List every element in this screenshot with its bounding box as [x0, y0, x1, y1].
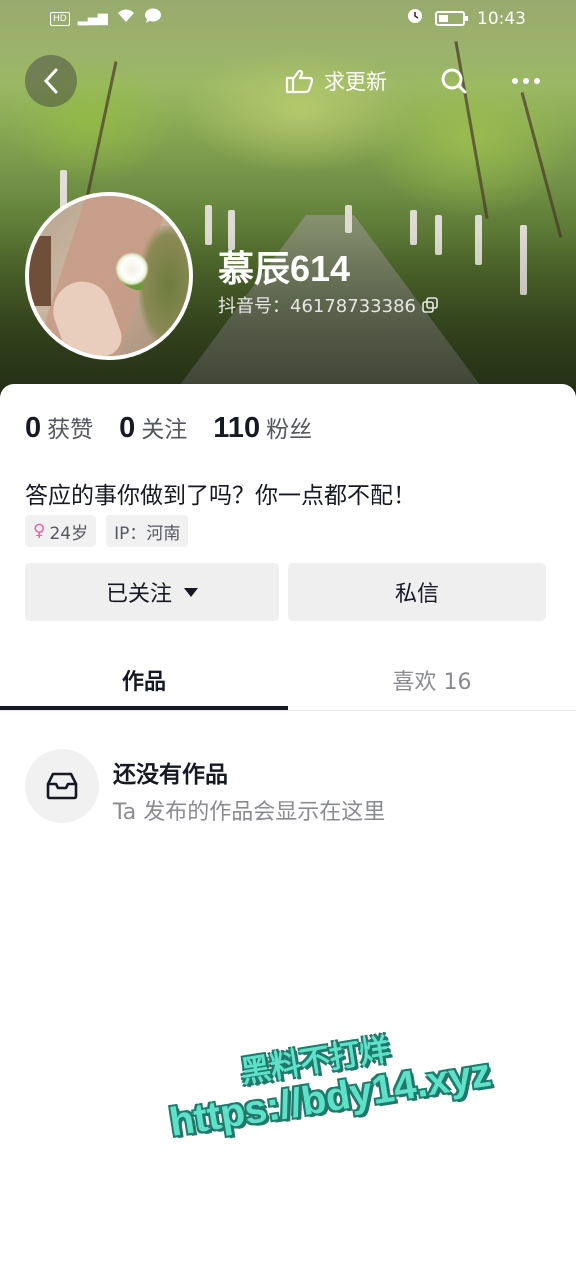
- douyin-id[interactable]: 抖音号：46178733386: [218, 292, 438, 318]
- message-button[interactable]: 私信: [288, 563, 546, 621]
- more-dots-icon: [512, 78, 540, 84]
- profile-name: 慕辰614: [218, 248, 351, 289]
- request-update-button[interactable]: 求更新: [270, 55, 410, 107]
- profile-stats: 0 获赞 0 关注 110 粉丝: [25, 410, 312, 445]
- empty-state-icon-wrap: [25, 749, 99, 823]
- female-icon: ♀: [33, 521, 46, 541]
- stat-followers[interactable]: 110 粉丝: [213, 410, 312, 445]
- douyin-id-text: 抖音号：46178733386: [218, 296, 416, 317]
- request-update-label: 求更新: [324, 70, 387, 94]
- following-label: 已关注: [105, 582, 172, 607]
- following-button[interactable]: 已关注: [25, 563, 279, 621]
- tab-works-label: 作品: [121, 670, 166, 695]
- ip-label: IP：河南: [114, 523, 181, 544]
- stat-label: 关注: [141, 417, 188, 443]
- profile-tabs: 作品 喜欢 16: [0, 650, 576, 711]
- stat-number: 0: [119, 412, 136, 444]
- tab-likes[interactable]: 喜欢 16: [288, 650, 576, 710]
- hd-icon: HD: [50, 11, 70, 26]
- avatar[interactable]: [25, 192, 193, 360]
- empty-state-title: 还没有作品: [113, 762, 228, 788]
- chat-bubble-icon: [144, 8, 162, 29]
- back-button[interactable]: [25, 55, 77, 107]
- profile-screen: HD ▂▄▆ 10:43 求更新 慕辰614 抖音号：46178733386 0…: [0, 0, 576, 1280]
- copy-icon[interactable]: [422, 297, 438, 313]
- search-icon: [441, 68, 467, 94]
- tab-indicator: [0, 706, 288, 710]
- signal-icon: ▂▄▆: [77, 11, 108, 26]
- tab-likes-label: 喜欢 16: [392, 670, 472, 695]
- empty-state-subtitle: Ta 发布的作品会显示在这里: [113, 800, 386, 825]
- stat-label: 获赞: [47, 417, 94, 443]
- status-bar: HD ▂▄▆ 10:43: [0, 0, 576, 38]
- stat-label: 粉丝: [266, 417, 313, 443]
- inbox-tray-icon: [46, 772, 78, 800]
- profile-bio: 答应的事你做到了吗？你一点都不配！: [25, 483, 416, 509]
- status-time: 10:43: [477, 8, 526, 29]
- wifi-icon: [116, 8, 136, 29]
- chevron-left-icon: [43, 68, 58, 94]
- search-button[interactable]: [428, 55, 480, 107]
- stat-number: 0: [25, 412, 42, 444]
- age-tag: ♀ 24岁: [25, 515, 97, 547]
- ip-tag: IP：河南: [106, 515, 189, 547]
- tab-works[interactable]: 作品: [0, 650, 288, 710]
- stat-likes[interactable]: 0 获赞: [25, 410, 93, 445]
- more-button[interactable]: [500, 55, 552, 107]
- stat-number: 110: [213, 412, 261, 444]
- message-label: 私信: [394, 582, 439, 607]
- battery-icon: [435, 11, 468, 26]
- stat-following[interactable]: 0 关注: [119, 410, 187, 445]
- age-label: 24岁: [49, 523, 89, 544]
- alarm-icon: [407, 8, 423, 29]
- pointing-hand-icon: [285, 69, 314, 94]
- profile-tags: ♀ 24岁 IP：河南: [25, 515, 189, 547]
- caret-down-icon: [184, 587, 198, 597]
